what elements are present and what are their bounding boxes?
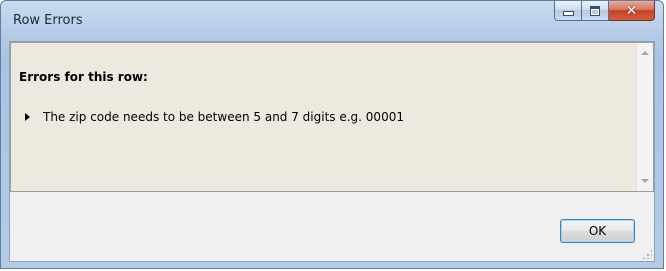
window-title: Row Errors [13, 13, 83, 28]
errors-heading: Errors for this row: [19, 70, 148, 84]
scroll-down-icon[interactable] [641, 179, 649, 183]
errors-panel: Errors for this row: The zip code needs … [10, 42, 654, 192]
bullet-icon [25, 113, 30, 121]
maximize-button[interactable] [582, 1, 609, 21]
dialog-client-area: Errors for this row: The zip code needs … [9, 41, 655, 262]
minimize-icon [562, 11, 574, 16]
error-list-item: The zip code needs to be between 5 and 7… [25, 110, 404, 124]
dialog-window: Row Errors ✕ Errors for this row: The zi… [0, 0, 664, 269]
close-icon: ✕ [625, 2, 638, 19]
minimize-button[interactable] [554, 1, 582, 21]
caption-buttons: ✕ [554, 1, 655, 22]
ok-button[interactable]: OK [560, 219, 635, 243]
error-message: The zip code needs to be between 5 and 7… [43, 110, 404, 124]
resize-grip-icon[interactable] [642, 249, 652, 259]
title-bar[interactable]: Row Errors ✕ [1, 1, 663, 41]
close-button[interactable]: ✕ [609, 1, 655, 21]
scroll-up-icon[interactable] [641, 51, 649, 55]
maximize-icon [590, 5, 600, 16]
vertical-scrollbar[interactable] [636, 43, 653, 191]
